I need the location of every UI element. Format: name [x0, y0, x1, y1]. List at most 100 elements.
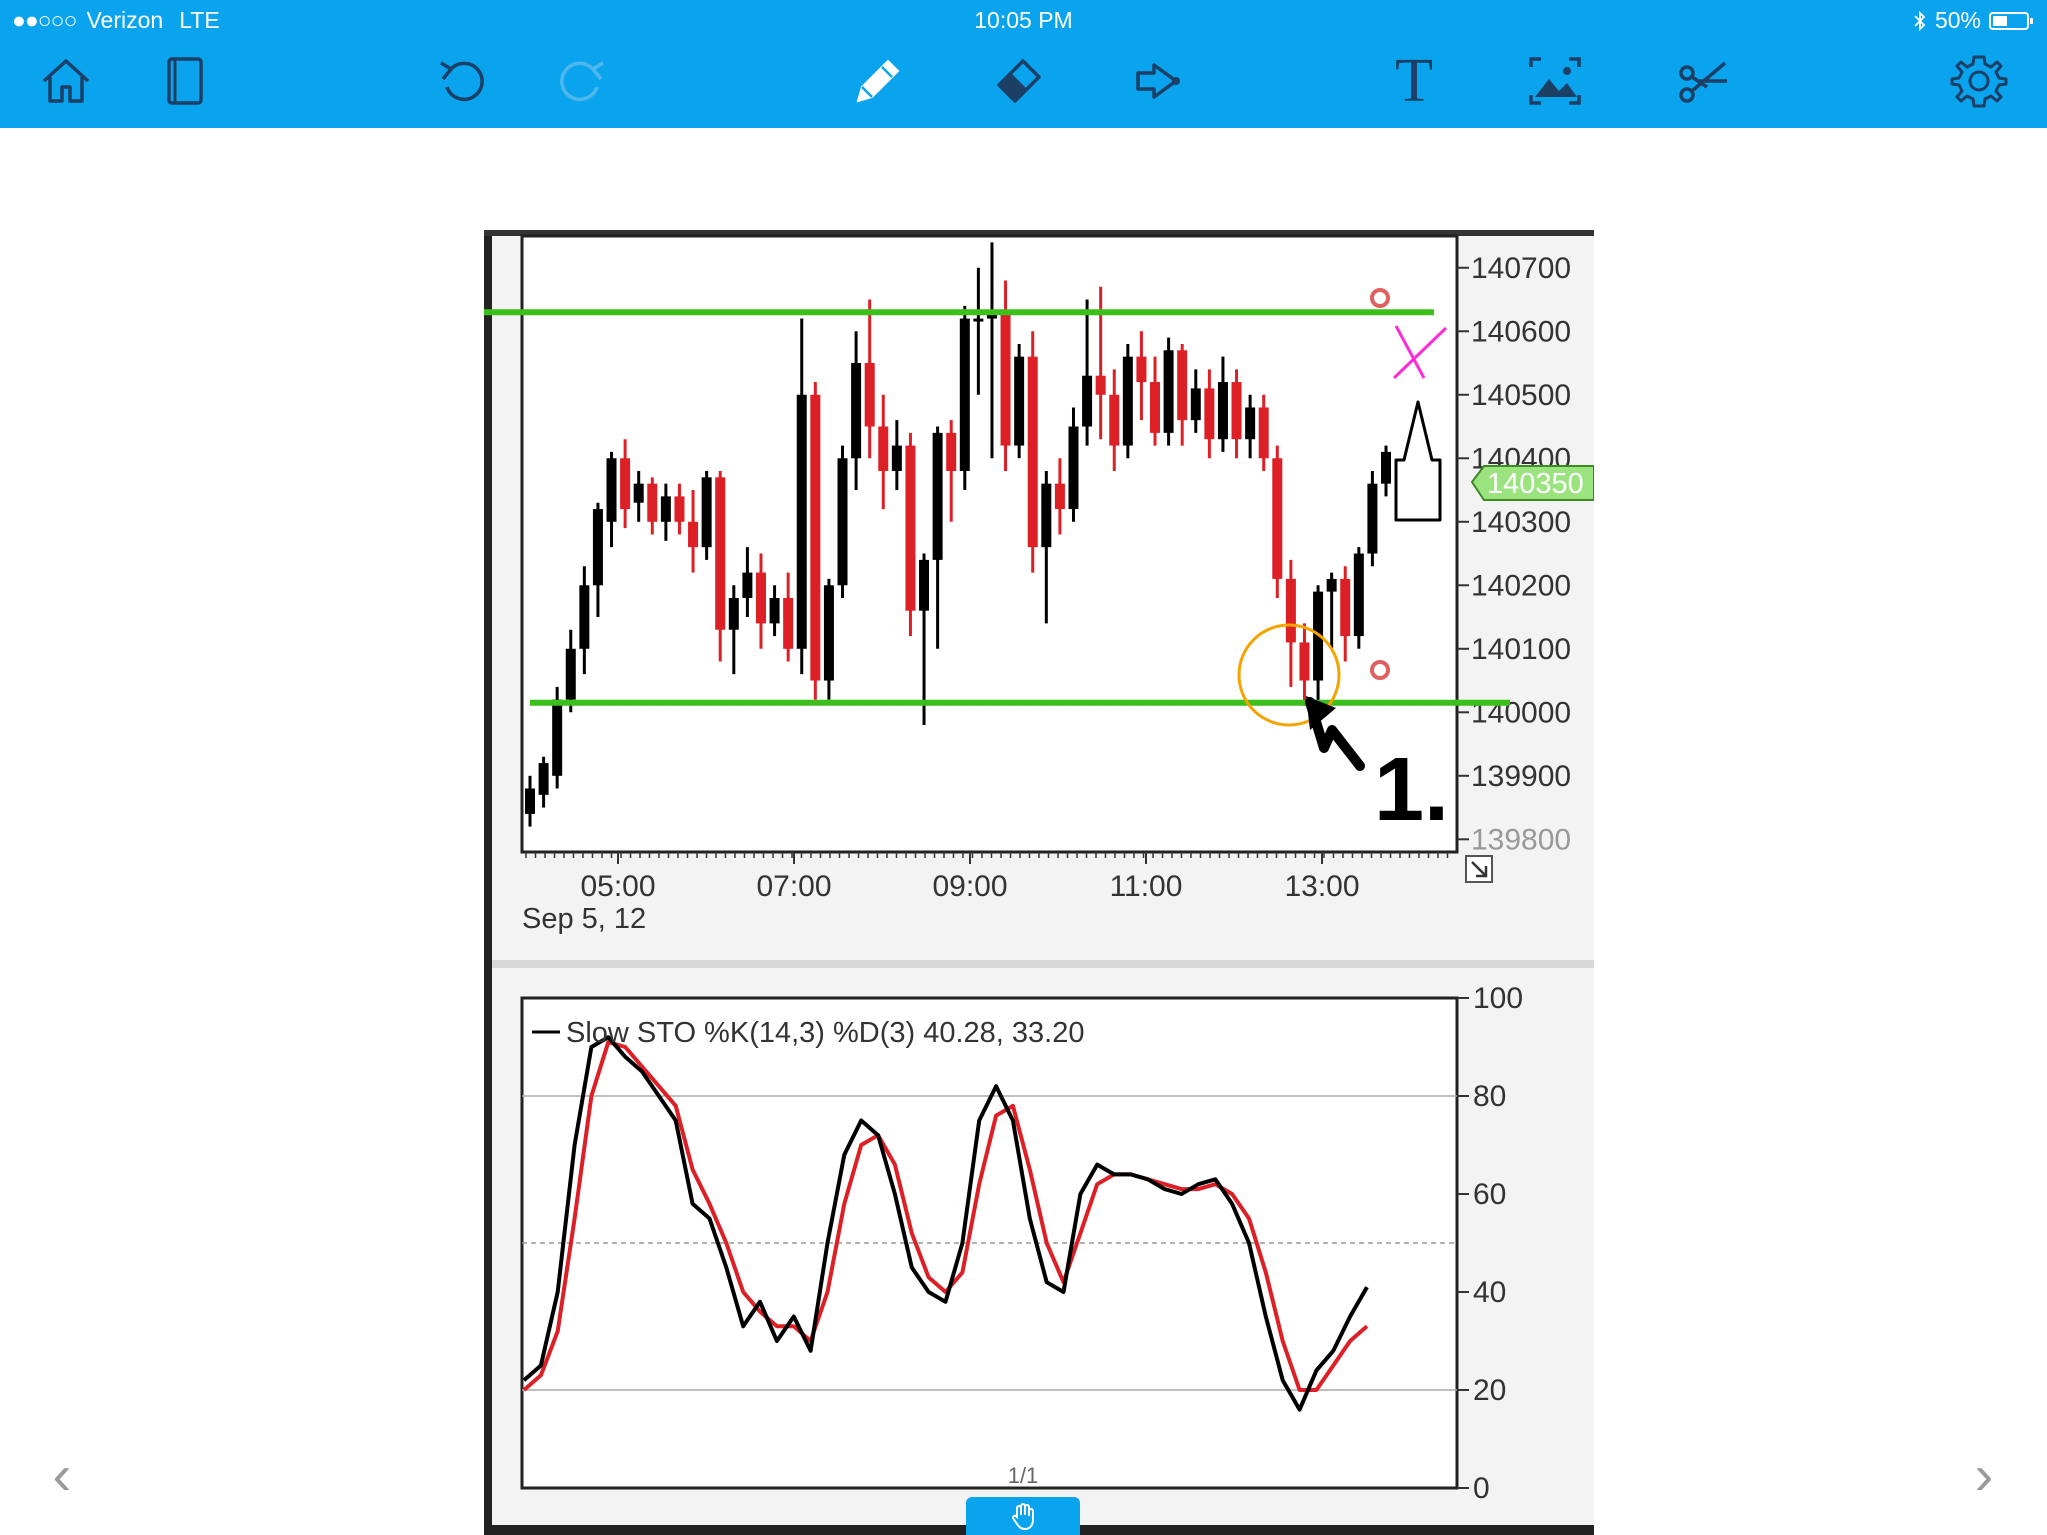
- settings-button[interactable]: [1946, 48, 2012, 114]
- candle-body: [565, 648, 576, 700]
- candle-body: [1217, 382, 1228, 440]
- pan-mode-button[interactable]: [966, 1497, 1080, 1535]
- candle-body: [633, 483, 644, 503]
- time-tick-label: 07:00: [756, 870, 831, 903]
- hand-icon: [1012, 1503, 1034, 1531]
- candle-body: [688, 521, 699, 548]
- candle-body: [1326, 578, 1337, 592]
- candle-body: [701, 477, 712, 548]
- candle-body: [1272, 458, 1283, 579]
- eraser-icon: [997, 59, 1041, 103]
- stochastic-tick-label: 100: [1473, 982, 1523, 1015]
- battery-icon: [1989, 11, 2033, 30]
- candle-body: [620, 458, 631, 510]
- candle-body: [1082, 375, 1093, 427]
- candle-body: [769, 597, 780, 624]
- pen-tool-button[interactable]: [843, 48, 909, 114]
- bluetooth-icon: [1914, 10, 1926, 31]
- lasso-tool-button[interactable]: [1125, 48, 1191, 114]
- candle-body: [810, 394, 821, 681]
- status-right: 50%: [1913, 7, 2033, 34]
- book-icon: [167, 57, 203, 105]
- undo-button[interactable]: [430, 48, 496, 114]
- time-tick-label: 11:00: [1110, 870, 1183, 903]
- date-label: Sep 5, 12: [522, 903, 646, 935]
- text-icon: T: [1395, 47, 1433, 115]
- price-tick-label: 139800: [1471, 823, 1571, 856]
- candle-body: [959, 318, 970, 471]
- gear-icon: [1950, 55, 2008, 108]
- page-indicator: 1/1: [1007, 1463, 1039, 1488]
- candle-body: [1027, 356, 1038, 548]
- price-plot-area: [520, 234, 1459, 854]
- candle-body: [1285, 578, 1296, 643]
- candle-body: [973, 318, 984, 322]
- stochastic-title: Slow STO %K(14,3) %D(3) 40.28, 33.20: [566, 1017, 1085, 1049]
- candle-body: [946, 432, 957, 471]
- top-toolbar: ●●○○○ Verizon LTE 10:05 PM 50% T: [0, 0, 2047, 128]
- time-tick-label: 05:00: [580, 870, 655, 903]
- text-tool-button[interactable]: T: [1381, 48, 1447, 114]
- candle-body: [1258, 407, 1269, 459]
- candle-body: [1000, 312, 1011, 446]
- candle-body: [552, 699, 563, 776]
- eraser-tool-button[interactable]: [986, 48, 1052, 114]
- pen-icon: [856, 59, 900, 103]
- candle-body: [1041, 483, 1052, 548]
- candle-body: [579, 585, 590, 649]
- status-bar: ●●○○○ Verizon LTE 10:05 PM 50%: [0, 0, 2047, 42]
- image-icon: [1529, 57, 1581, 105]
- candle-body: [742, 572, 753, 598]
- candle-body: [755, 572, 766, 624]
- candle-body: [1163, 350, 1174, 433]
- current-price-label: 140350: [1487, 468, 1584, 500]
- candle-body: [525, 788, 535, 814]
- candle-body: [1381, 451, 1391, 484]
- candle-body: [715, 477, 726, 630]
- image-tool-button[interactable]: [1522, 48, 1588, 114]
- cut-tool-button[interactable]: [1668, 48, 1734, 114]
- previous-page-button[interactable]: ‹: [42, 1445, 82, 1505]
- candle-body: [783, 597, 794, 649]
- undo-icon: [440, 61, 484, 102]
- candle-body: [1068, 426, 1079, 510]
- candle-body: [1190, 388, 1201, 421]
- candle-body: [1136, 356, 1147, 383]
- price-tick-label: 140100: [1471, 633, 1571, 666]
- price-tick-label: 139900: [1471, 760, 1571, 793]
- candle-body: [796, 394, 807, 649]
- price-tick-label: 140500: [1471, 379, 1571, 412]
- home-button[interactable]: [33, 48, 99, 114]
- next-page-button[interactable]: ›: [1964, 1445, 2004, 1505]
- price-tick-label: 140600: [1471, 315, 1571, 348]
- redo-icon: [560, 61, 604, 102]
- pages-button[interactable]: [152, 48, 218, 114]
- candle-body: [837, 458, 848, 586]
- candle-body: [1054, 483, 1065, 510]
- candle-body: [592, 509, 603, 586]
- candle-body: [1150, 382, 1161, 433]
- time-tick-label: 13:00: [1284, 870, 1359, 903]
- price-tick-label: 140700: [1471, 252, 1571, 285]
- candle-body: [538, 763, 549, 795]
- lasso-icon: [1136, 63, 1180, 99]
- candle-body: [851, 363, 862, 459]
- current-price-tag: 140350: [1470, 465, 1594, 501]
- candle-body: [660, 496, 671, 522]
- price-tick-label: 140200: [1471, 569, 1571, 602]
- time-tick-label: 09:00: [932, 870, 1007, 903]
- candle-body: [932, 432, 943, 560]
- home-icon: [42, 59, 90, 103]
- redo-button[interactable]: [548, 48, 614, 114]
- candle-body: [606, 458, 617, 522]
- candle-body: [1231, 382, 1242, 440]
- candle-body: [1353, 553, 1364, 637]
- scissors-icon: [1679, 61, 1727, 103]
- stochastic-tick-label: 20: [1473, 1374, 1506, 1407]
- battery-percent: 50%: [1934, 7, 1981, 33]
- candle-body: [1177, 350, 1188, 421]
- candle-body: [1095, 375, 1106, 395]
- stochastic-tick-label: 60: [1473, 1178, 1506, 1211]
- candle-body: [1340, 578, 1351, 637]
- annotation-number: 1.: [1374, 740, 1449, 840]
